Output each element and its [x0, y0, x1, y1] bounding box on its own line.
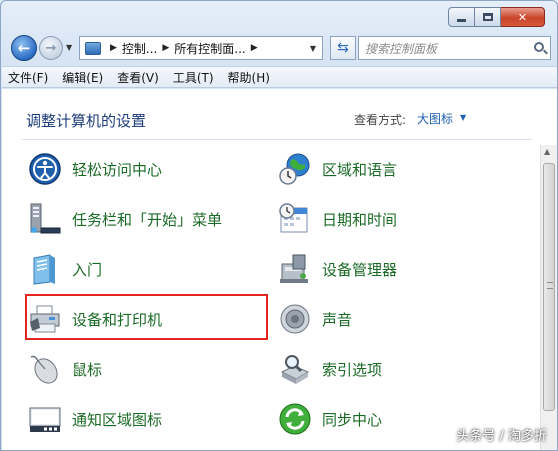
calendar-clock-icon — [278, 202, 312, 236]
speaker-icon — [278, 302, 312, 336]
item-label[interactable]: 日期和时间 — [322, 209, 397, 230]
maximize-icon — [482, 13, 493, 21]
view-by-dropdown[interactable]: 大图标 — [417, 110, 453, 127]
menu-file[interactable]: 文件(F) — [8, 69, 48, 86]
page-title: 调整计算机的设置 — [26, 112, 147, 130]
watermark: 头条号 / 淘多折 — [456, 429, 547, 444]
scrollbar-thumb[interactable] — [543, 163, 555, 411]
item-label[interactable]: 轻松访问中心 — [72, 159, 162, 180]
grip-icon — [547, 282, 553, 289]
sync-center-icon — [278, 402, 312, 436]
search-placeholder: 搜索控制面板 — [365, 41, 438, 56]
forward-arrow-icon: → — [45, 40, 57, 56]
notification-area-icon — [28, 402, 62, 436]
item-label[interactable]: 通知区域图标 — [72, 409, 162, 430]
item-label[interactable]: 声音 — [322, 309, 352, 330]
menu-view[interactable]: 查看(V) — [117, 69, 159, 86]
chevron-right-icon[interactable]: ▶ — [162, 43, 169, 53]
header-divider — [22, 139, 532, 140]
item-indexing-options[interactable]: 索引选项 — [278, 351, 382, 387]
item-label[interactable]: 鼠标 — [72, 359, 102, 380]
item-getting-started[interactable]: 入门 — [28, 251, 102, 287]
back-arrow-icon: ← — [17, 39, 31, 57]
item-label[interactable]: 入门 — [72, 259, 102, 280]
item-sound[interactable]: 声音 — [278, 301, 352, 337]
scroll-up-icon[interactable]: ▲ — [544, 147, 550, 156]
item-label[interactable]: 设备管理器 — [322, 259, 397, 280]
item-label[interactable]: 同步中心 — [322, 409, 382, 430]
minimize-icon — [457, 18, 466, 22]
content-pane: 调整计算机的设置 查看方式: 大图标 ▼ 轻松访问中心 区域和语言 任务栏和「开… — [2, 89, 557, 450]
search-input[interactable]: 搜索控制面板 — [358, 36, 551, 60]
item-sync-center[interactable]: 同步中心 — [278, 401, 382, 437]
control-panel-icon — [85, 41, 101, 55]
refresh-icon: ⇆ — [337, 40, 349, 56]
item-taskbar-start[interactable]: 任务栏和「开始」菜单 — [28, 201, 222, 237]
menu-tools[interactable]: 工具(T) — [173, 69, 214, 86]
taskbar-icon — [28, 202, 62, 236]
chevron-down-icon[interactable]: ▼ — [460, 113, 466, 122]
item-date-time[interactable]: 日期和时间 — [278, 201, 397, 237]
minimize-button[interactable] — [448, 7, 475, 27]
item-device-manager[interactable]: 设备管理器 — [278, 251, 397, 287]
globe-clock-icon — [278, 152, 312, 186]
item-label[interactable]: 索引选项 — [322, 359, 382, 380]
vertical-scrollbar[interactable]: ▲ — [540, 145, 557, 450]
maximize-button[interactable] — [475, 7, 501, 27]
close-button[interactable]: ✕ — [501, 7, 545, 27]
menu-help[interactable]: 帮助(H) — [228, 69, 270, 86]
caption-buttons: ✕ — [448, 7, 545, 27]
breadcrumb-control[interactable]: 控制... — [122, 40, 157, 57]
item-ease-of-access[interactable]: 轻松访问中心 — [28, 151, 162, 187]
chevron-right-icon[interactable]: ▶ — [251, 43, 258, 53]
item-region-language[interactable]: 区域和语言 — [278, 151, 397, 187]
getting-started-icon — [28, 252, 62, 286]
refresh-button[interactable]: ⇆ — [330, 36, 356, 60]
menu-edit[interactable]: 编辑(E) — [62, 69, 103, 86]
item-mouse[interactable]: 鼠标 — [28, 351, 102, 387]
breadcrumb-all-items[interactable]: 所有控制面... — [174, 40, 245, 57]
item-notification-area-icons[interactable]: 通知区域图标 — [28, 401, 162, 437]
control-panel-window: ✕ ← → ▼ ▶ 控制... ▶ 所有控制面... ▶ ▼ ⇆ 搜索控制面板 … — [0, 0, 558, 451]
item-label[interactable]: 任务栏和「开始」菜单 — [72, 209, 222, 230]
chevron-right-icon[interactable]: ▶ — [110, 43, 117, 53]
device-manager-icon — [278, 252, 312, 286]
close-icon: ✕ — [517, 10, 528, 24]
recent-pages-dropdown[interactable]: ▼ — [66, 43, 72, 52]
navigation-bar: ← → ▼ ▶ 控制... ▶ 所有控制面... ▶ ▼ ⇆ 搜索控制面板 — [9, 34, 551, 62]
ease-of-access-icon — [28, 152, 62, 186]
back-button[interactable]: ← — [11, 35, 37, 61]
menu-bar: 文件(F) 编辑(E) 查看(V) 工具(T) 帮助(H) — [2, 66, 557, 88]
index-search-icon — [278, 352, 312, 386]
forward-button[interactable]: → — [39, 36, 63, 60]
address-dropdown[interactable]: ▼ — [305, 36, 321, 60]
mouse-icon — [28, 352, 62, 386]
view-by-label: 查看方式: — [354, 113, 407, 127]
address-bar[interactable]: ▶ 控制... ▶ 所有控制面... ▶ — [79, 36, 323, 60]
search-icon[interactable] — [534, 42, 544, 52]
highlight-box — [25, 294, 268, 340]
item-label[interactable]: 区域和语言 — [322, 159, 397, 180]
